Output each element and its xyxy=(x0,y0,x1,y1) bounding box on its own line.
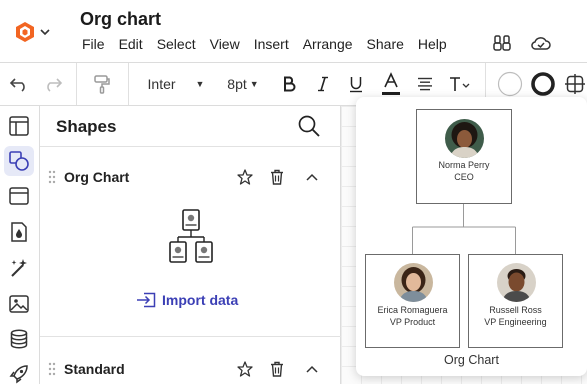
search-icon xyxy=(298,115,320,137)
section-org-chart-header[interactable]: Org Chart xyxy=(40,164,341,190)
star-icon[interactable] xyxy=(237,361,253,377)
font-family-dropdown[interactable]: Inter ▼ xyxy=(144,63,208,105)
org-node-role: VP Product xyxy=(389,317,436,327)
frame-icon xyxy=(9,187,29,205)
rail-shapes-button[interactable] xyxy=(4,146,34,176)
org-node-name: Erica Romaguera xyxy=(377,305,448,315)
font-size-dropdown[interactable]: 8pt ▼ xyxy=(222,63,264,105)
section-title: Standard xyxy=(64,361,125,377)
app-window: Org chart File Edit Select View Insert A… xyxy=(0,0,587,384)
image-icon xyxy=(9,295,29,313)
fill-color-swatch-icon xyxy=(497,71,523,97)
underline-icon xyxy=(350,76,362,92)
org-chart-shape-icon xyxy=(169,209,213,263)
database-icon xyxy=(10,329,28,349)
org-node-ceo: Norma Perry CEO xyxy=(416,109,512,204)
title-bar: Org chart File Edit Select View Insert A… xyxy=(0,0,587,62)
org-node-name: Norma Perry xyxy=(438,160,490,170)
left-rail xyxy=(0,106,40,384)
star-icon[interactable] xyxy=(237,169,253,185)
rail-fill-button[interactable] xyxy=(4,217,34,247)
align-center-icon xyxy=(418,77,432,91)
org-node-role: CEO xyxy=(454,172,474,182)
shapes-panel: Shapes Org Chart Import data Standard xyxy=(40,106,341,384)
redo-button[interactable] xyxy=(40,63,66,105)
menu-share[interactable]: Share xyxy=(363,35,408,53)
avatar xyxy=(394,263,433,302)
undo-icon xyxy=(9,78,25,92)
italic-button[interactable] xyxy=(312,63,334,105)
rail-magic-button[interactable] xyxy=(4,253,34,283)
redo-icon xyxy=(47,78,63,92)
section-title: Org Chart xyxy=(64,169,130,185)
trash-icon[interactable] xyxy=(269,169,285,185)
org-node-vp-product: Erica Romaguera VP Product xyxy=(365,254,460,348)
font-size-value: 8pt xyxy=(227,76,247,92)
trash-icon[interactable] xyxy=(269,361,285,377)
menu-help[interactable]: Help xyxy=(414,35,451,53)
lucid-logo-icon xyxy=(16,22,34,42)
menu-insert[interactable]: Insert xyxy=(250,35,293,53)
menu-arrange[interactable]: Arrange xyxy=(299,35,357,53)
menu-bar: File Edit Select View Insert Arrange Sha… xyxy=(78,35,451,53)
format-painter-button[interactable] xyxy=(88,63,116,105)
line-color-swatch-icon xyxy=(531,72,555,96)
font-family-value: Inter xyxy=(147,76,176,92)
menu-edit[interactable]: Edit xyxy=(115,35,147,53)
preview-caption: Org Chart xyxy=(444,353,499,367)
bold-button[interactable] xyxy=(278,63,300,105)
person-photo-icon xyxy=(497,263,536,302)
rail-data-button[interactable] xyxy=(4,324,34,354)
org-node-vp-engineering: Russell Ross VP Engineering xyxy=(468,254,563,348)
rail-pages-button[interactable] xyxy=(4,111,34,141)
menu-file[interactable]: File xyxy=(78,35,109,53)
text-size-icon xyxy=(450,77,470,91)
panel-title: Shapes xyxy=(56,117,117,136)
layout-icon xyxy=(9,116,29,136)
drag-handle-icon[interactable] xyxy=(48,362,56,376)
rail-images-button[interactable] xyxy=(4,289,34,319)
shapes-icon xyxy=(9,151,29,171)
avatar xyxy=(497,263,536,302)
document-title[interactable]: Org chart xyxy=(80,9,161,30)
section-standard-header[interactable]: Standard xyxy=(40,356,341,382)
org-chart-shape-thumbnail[interactable] xyxy=(168,208,216,269)
menu-select[interactable]: Select xyxy=(153,35,200,53)
magic-wand-icon xyxy=(11,259,27,277)
import-icon xyxy=(137,292,156,308)
menu-view[interactable]: View xyxy=(206,35,244,53)
italic-icon xyxy=(318,76,328,92)
search-shapes-button[interactable] xyxy=(297,114,321,143)
paint-roller-icon xyxy=(94,75,110,94)
shape-preview-card: Norma Perry CEO Erica Romaguera VP Produ… xyxy=(356,97,587,376)
bold-icon xyxy=(284,76,296,92)
person-photo-icon xyxy=(394,263,433,302)
chevron-up-icon[interactable] xyxy=(305,172,319,182)
caret-down-icon: ▼ xyxy=(195,79,205,89)
rocket-icon xyxy=(9,365,28,384)
text-color-icon xyxy=(382,72,400,95)
avatar xyxy=(445,119,484,158)
org-node-role: VP Engineering xyxy=(484,317,547,327)
cloud-saved-icon[interactable] xyxy=(530,33,552,53)
import-data-link[interactable]: Import data xyxy=(136,292,238,308)
org-node-name: Russell Ross xyxy=(489,305,542,315)
chevron-up-icon[interactable] xyxy=(305,364,319,374)
caret-down-icon: ▼ xyxy=(249,79,259,89)
rail-integrations-button[interactable] xyxy=(4,359,34,384)
import-data-label: Import data xyxy=(162,292,239,308)
undo-button[interactable] xyxy=(6,63,32,105)
feature-find-icon[interactable] xyxy=(492,33,512,53)
shape-options-icon xyxy=(565,74,585,94)
chevron-down-icon xyxy=(40,29,50,36)
drag-handle-icon[interactable] xyxy=(48,170,56,184)
rail-containers-button[interactable] xyxy=(4,181,34,211)
app-logo-button[interactable] xyxy=(14,20,54,44)
document-drop-icon xyxy=(11,222,27,242)
person-photo-icon xyxy=(445,119,484,158)
